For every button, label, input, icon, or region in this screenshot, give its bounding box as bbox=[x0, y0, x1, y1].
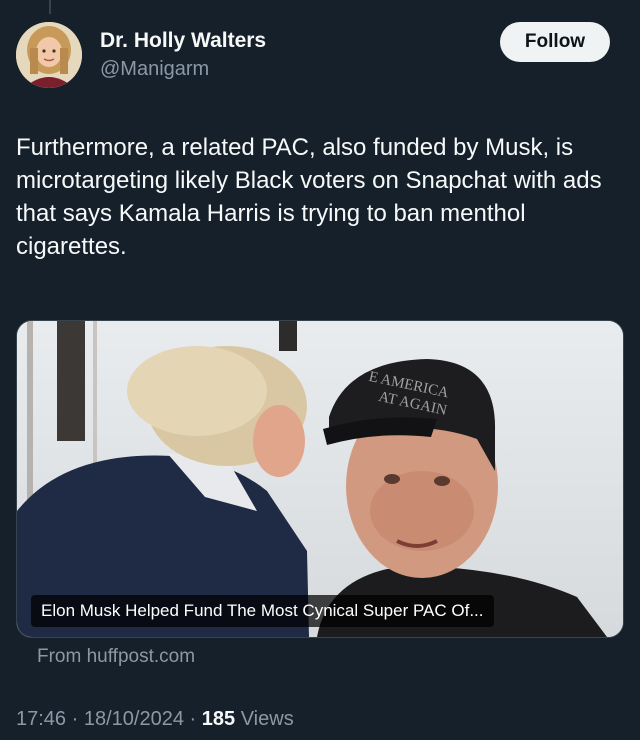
author-handle[interactable]: @Manigarm bbox=[100, 56, 266, 82]
tweet-meta: 17:46 · 18/10/2024 · 185 Views bbox=[16, 708, 294, 731]
follow-button[interactable]: Follow bbox=[500, 22, 610, 62]
meta-separator: · bbox=[189, 708, 197, 730]
meta-separator: · bbox=[71, 708, 79, 730]
tweet-text: Furthermore, a related PAC, also funded … bbox=[16, 134, 602, 260]
avatar[interactable] bbox=[16, 22, 82, 88]
tweet-header: Dr. Holly Walters @Manigarm Follow bbox=[16, 22, 624, 92]
tweet-date[interactable]: 18/10/2024 bbox=[84, 708, 184, 730]
author-display-name[interactable]: Dr. Holly Walters bbox=[100, 28, 266, 54]
tweet-time[interactable]: 17:46 bbox=[16, 708, 66, 730]
author-info: Dr. Holly Walters @Manigarm bbox=[100, 28, 266, 82]
views-label: Views bbox=[240, 708, 294, 730]
card-source[interactable]: From huffpost.com bbox=[37, 646, 195, 668]
thread-connector-line bbox=[49, 0, 51, 14]
views-count[interactable]: 185 bbox=[202, 708, 235, 730]
link-card[interactable]: E AMERICA AT AGAIN Elon Musk Helped Fund… bbox=[16, 320, 624, 638]
card-image: E AMERICA AT AGAIN bbox=[17, 321, 623, 637]
card-title: Elon Musk Helped Fund The Most Cynical S… bbox=[31, 595, 494, 627]
avatar-image bbox=[16, 22, 82, 88]
